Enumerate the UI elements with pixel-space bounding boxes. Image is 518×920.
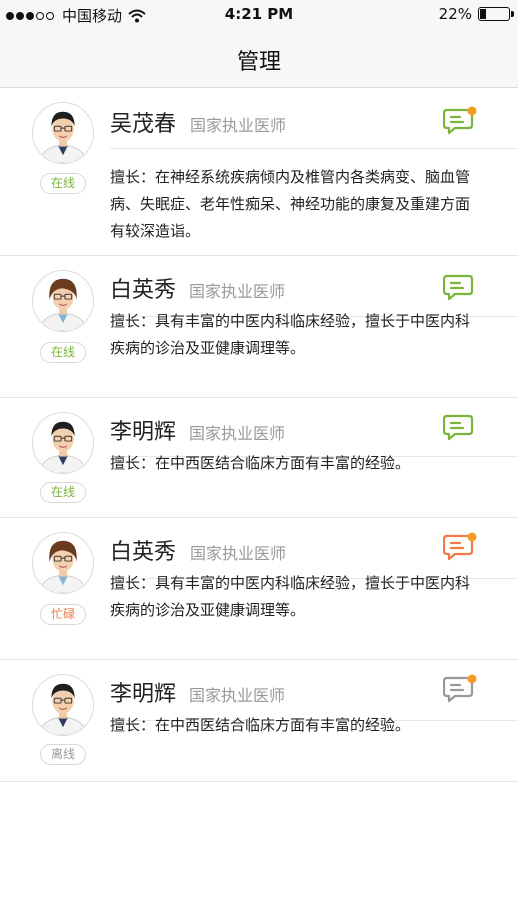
doctor-name: 李明辉 xyxy=(110,420,177,445)
doctor-specialty: 擅长：在中西医结合临床方面有丰富的经验。 xyxy=(110,716,411,734)
status-badge: 忙碌 xyxy=(40,604,86,625)
doctor-specialty: 擅长：具有丰富的中医内科临床经验，擅长于中医内科疾病的诊治及亚健康调理等。 xyxy=(110,312,471,357)
page-title: 管理 xyxy=(236,50,281,75)
battery-icon xyxy=(478,7,514,21)
doctor-specialty: 擅长：在神经系统疾病倾内及椎管内各类病变、脑血管病、失眠症、老年性痴呆、神经功能… xyxy=(110,168,471,240)
card-divider xyxy=(110,148,518,149)
doctor-name: 李明辉 xyxy=(110,682,177,707)
doctor-name: 吴茂春 xyxy=(110,112,177,137)
doctor-title: 国家执业医师 xyxy=(189,686,286,705)
doctor-title: 国家执业医师 xyxy=(189,424,286,443)
doctor-card[interactable]: 离线 李明辉 国家执业医师擅长：在中西医结合临床方面有丰富的经验。 xyxy=(0,660,518,782)
battery-percent: 22% xyxy=(438,5,472,23)
status-badge: 在线 xyxy=(40,173,86,194)
chat-icon[interactable] xyxy=(443,532,477,562)
doctor-title: 国家执业医师 xyxy=(190,544,287,563)
doctor-avatar xyxy=(32,270,94,332)
chat-icon[interactable] xyxy=(443,412,477,442)
doctor-specialty: 擅长：具有丰富的中医内科临床经验，擅长于中医内科疾病的诊治及亚健康调理等。 xyxy=(110,574,471,619)
doctor-title: 国家执业医师 xyxy=(190,116,287,135)
doctor-list: 在线 吴茂春 国家执业医师 擅长：在神经系统疾病倾内及椎管内各类病变、脑血管病、失眠症… xyxy=(0,88,518,782)
doctor-name: 白英秀 xyxy=(110,278,177,303)
status-bar: 中国移动 4:21 PM 22% xyxy=(0,0,518,30)
status-badge: 离线 xyxy=(40,744,86,765)
status-badge: 在线 xyxy=(40,482,86,503)
doctor-avatar xyxy=(32,102,94,164)
status-right: 22% xyxy=(438,5,514,23)
doctor-title: 国家执业医师 xyxy=(189,282,286,301)
chat-icon[interactable] xyxy=(443,674,477,704)
status-badge: 在线 xyxy=(40,342,86,363)
doctor-avatar xyxy=(32,674,94,736)
doctor-name: 白英秀 xyxy=(110,540,177,565)
doctor-card[interactable]: 忙碌 白英秀 国家执业医师擅长：具有丰富的中医内科临床经验，擅长于中医内科疾病的诊治… xyxy=(0,518,518,660)
doctor-avatar xyxy=(32,532,94,594)
doctor-avatar xyxy=(32,412,94,474)
doctor-card[interactable]: 在线 白英秀 国家执业医师擅长：具有丰富的中医内科临床经验，擅长于中医内科疾病的诊治… xyxy=(0,256,518,398)
doctor-card[interactable]: 在线 李明辉 国家执业医师擅长：在中西医结合临床方面有丰富的经验。 xyxy=(0,398,518,518)
navigation-bar: 管理 xyxy=(0,30,518,88)
chat-icon[interactable] xyxy=(443,272,477,302)
doctor-card[interactable]: 在线 吴茂春 国家执业医师擅长：在神经系统疾病倾内及椎管内各类病变、脑血管病、失眠症… xyxy=(0,88,518,256)
doctor-specialty: 擅长：在中西医结合临床方面有丰富的经验。 xyxy=(110,454,411,472)
chat-icon[interactable] xyxy=(443,106,477,136)
